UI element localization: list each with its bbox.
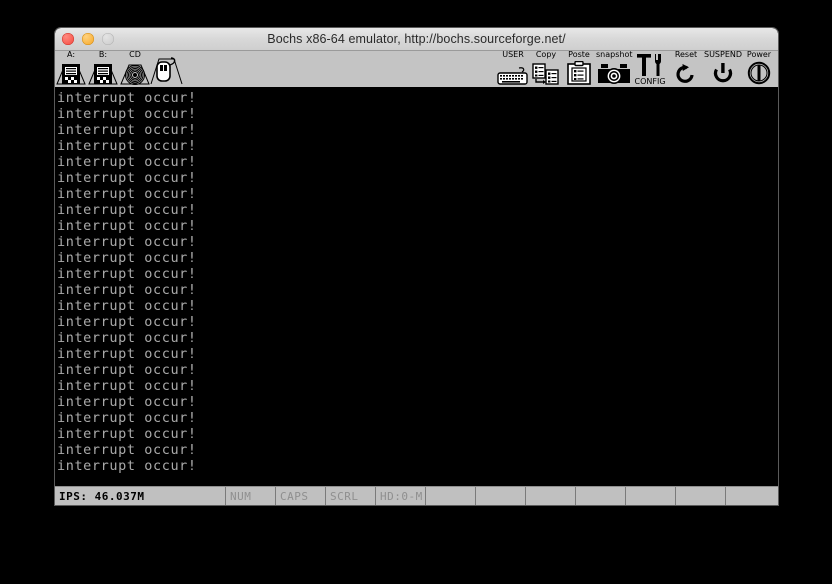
status-num: NUM (226, 487, 276, 505)
terminal-line: interrupt occur! (57, 426, 197, 442)
cdrom-label: CD (129, 51, 141, 59)
bochs-toolbar: A: B: CD USER Copy Poste snapshot CONFIG… (55, 51, 778, 89)
floppy-b-label: B: (98, 51, 108, 59)
wrench-icon (635, 53, 665, 77)
toolbar-left-group: A: B: CD (55, 51, 183, 87)
suspend-label: SUSPEND (704, 51, 743, 59)
copy-icon (532, 63, 560, 85)
terminal-line: interrupt occur! (57, 90, 197, 106)
user-button[interactable]: USER (496, 51, 530, 85)
floppy-b-icon (88, 59, 118, 85)
status-hd: HD:0-M (376, 487, 426, 505)
copy-label: Copy (535, 51, 557, 59)
minimize-icon[interactable] (82, 33, 94, 45)
camera-icon (597, 63, 631, 85)
terminal-line: interrupt occur! (57, 330, 197, 346)
power-icon (747, 61, 771, 85)
close-icon[interactable] (62, 33, 74, 45)
zoom-icon[interactable] (102, 33, 114, 45)
reset-label: Reset (674, 51, 698, 59)
floppy-a-label: A: (66, 51, 76, 59)
toolbar-right-group: USER Copy Poste snapshot CONFIG Reset SU… (496, 51, 776, 87)
status-caps: CAPS (276, 487, 326, 505)
emulator-screen[interactable]: interrupt occur! interrupt occur! interrup… (55, 88, 778, 505)
copy-button[interactable]: Copy (530, 51, 562, 85)
paste-button[interactable]: Poste (562, 51, 596, 85)
snapshot-button[interactable]: snapshot (596, 51, 633, 85)
window-title: Bochs x86-64 emulator, http://bochs.sour… (267, 32, 566, 46)
terminal-line: interrupt occur! (57, 362, 197, 378)
terminal-line: interrupt occur! (57, 378, 197, 394)
terminal-line: interrupt occur! (57, 106, 197, 122)
status-empty-5 (626, 487, 676, 505)
terminal-line: interrupt occur! (57, 458, 197, 474)
terminal-line: interrupt occur! (57, 410, 197, 426)
terminal-line: interrupt occur! (57, 394, 197, 410)
window-controls (62, 28, 114, 50)
terminal-line: interrupt occur! (57, 186, 197, 202)
terminal-line: interrupt occur! (57, 154, 197, 170)
paste-label: Poste (568, 51, 590, 59)
terminal-line: interrupt occur! (57, 170, 197, 186)
config-button[interactable]: CONFIG (632, 51, 668, 86)
snapshot-label: snapshot (596, 51, 633, 59)
status-empty-1 (426, 487, 476, 505)
floppy-a-icon (56, 59, 86, 85)
terminal-line: interrupt occur! (57, 298, 197, 314)
status-scrl: SCRL (326, 487, 376, 505)
power-button[interactable]: Power (742, 51, 776, 85)
config-label: CONFIG (634, 77, 666, 86)
window-titlebar[interactable]: Bochs x86-64 emulator, http://bochs.sour… (55, 28, 778, 51)
reset-button[interactable]: Reset (668, 51, 704, 85)
power-label: Power (746, 51, 772, 59)
reset-icon (675, 63, 697, 85)
terminal-line: interrupt occur! (57, 202, 197, 218)
terminal-line: interrupt occur! (57, 234, 197, 250)
floppy-b-button[interactable]: B: (87, 51, 119, 85)
desktop-background: Bochs x86-64 emulator, http://bochs.sour… (0, 0, 832, 584)
status-empty-4 (576, 487, 626, 505)
status-empty-2 (476, 487, 526, 505)
status-ips: IPS: 46.037M (55, 487, 226, 505)
cdrom-button[interactable]: CD (119, 51, 151, 85)
suspend-icon (712, 63, 734, 85)
status-empty-6 (676, 487, 726, 505)
mouse-button[interactable] (150, 51, 184, 85)
user-label: USER (502, 51, 524, 59)
terminal-line: interrupt occur! (57, 218, 197, 234)
keyboard-icon (497, 65, 529, 85)
terminal-line: interrupt occur! (57, 122, 197, 138)
bochs-statusbar: IPS: 46.037M NUM CAPS SCRL HD:0-M (55, 486, 778, 505)
terminal-line: interrupt occur! (57, 282, 197, 298)
terminal-line: interrupt occur! (57, 442, 197, 458)
paste-icon (566, 61, 592, 85)
terminal-line: interrupt occur! (57, 266, 197, 282)
status-empty-3 (526, 487, 576, 505)
mouse-icon (150, 55, 184, 85)
bochs-emulator-window: Bochs x86-64 emulator, http://bochs.sour… (55, 28, 778, 505)
floppy-a-button[interactable]: A: (55, 51, 87, 85)
terminal-line: interrupt occur! (57, 346, 197, 362)
terminal-line: interrupt occur! (57, 314, 197, 330)
cdrom-icon (120, 59, 150, 85)
suspend-button[interactable]: SUSPEND (704, 51, 742, 85)
terminal-output: interrupt occur! interrupt occur! interrup… (55, 88, 778, 474)
terminal-line: interrupt occur! (57, 250, 197, 266)
status-empty-7 (726, 487, 778, 505)
terminal-line: interrupt occur! (57, 138, 197, 154)
